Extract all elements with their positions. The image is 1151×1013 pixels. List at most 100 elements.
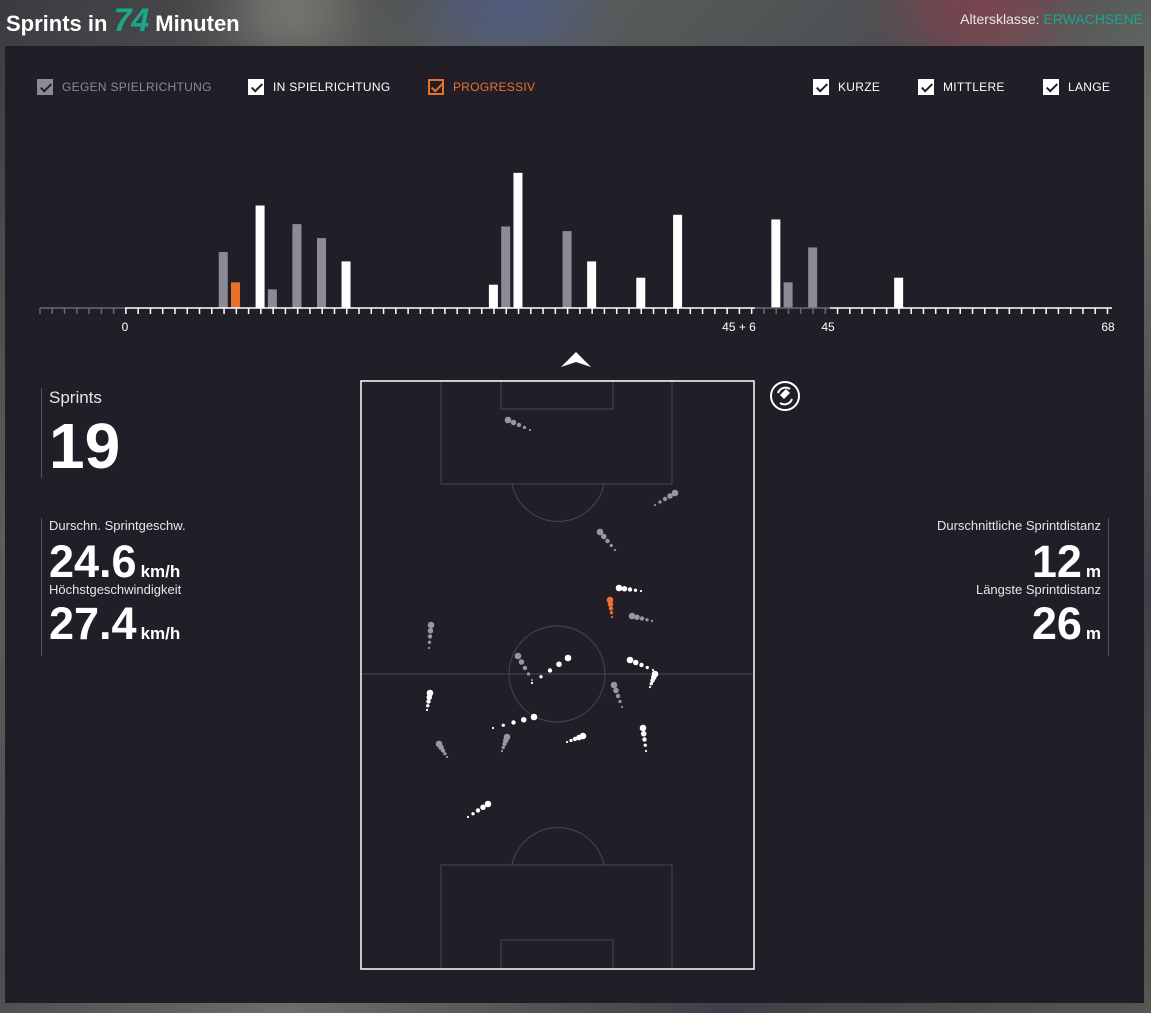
sprints-count: Sprints 19: [41, 388, 120, 478]
sprint-trail-dot: [627, 587, 633, 592]
sprint-trail-dot: [522, 665, 528, 671]
filter-mittlere[interactable]: MITTLERE: [918, 79, 1005, 95]
age-class-value[interactable]: ERWACHSENE: [1043, 11, 1143, 27]
sprint-trail-dot: [648, 685, 652, 689]
minutes-value: 74: [113, 2, 150, 38]
sprint-trail-dot: [484, 800, 492, 808]
sprint-trail-dot: [639, 616, 645, 621]
sprint-trail-dot: [427, 621, 435, 629]
sprint-trail-dot: [445, 755, 449, 759]
filter-progressiv[interactable]: PROGRESSIV: [428, 79, 535, 95]
sprint-trail-dot: [610, 681, 618, 689]
sprint-trail-dot: [633, 588, 638, 592]
age-class-label: Altersklasse:: [960, 11, 1040, 27]
tick-label: 45 + 6: [722, 320, 756, 334]
sprint-trail-dot: [427, 646, 431, 650]
sprint-timeline[interactable]: 0 45 + 6 45 68: [35, 166, 1115, 336]
sprint-trail-dot: [650, 619, 654, 623]
sprint-trail-dot: [569, 738, 573, 743]
sprints-label: Sprints: [49, 388, 102, 407]
checkbox-icon[interactable]: [813, 79, 829, 95]
sprint-trail-dot: [658, 500, 662, 504]
sprint-trail-dot: [642, 737, 647, 742]
sprint-trail-dot: [633, 659, 639, 666]
sprint-trail-dot: [606, 596, 614, 604]
speed-stats: Durschn. Sprintgeschw. 24.6 km/h Höchstge…: [41, 518, 186, 656]
sprint-trail-dot: [514, 652, 522, 660]
filter-label: KURZE: [838, 80, 881, 94]
filter-kurze[interactable]: KURZE: [813, 79, 880, 95]
sprint-bar[interactable]: [513, 172, 523, 308]
sprint-bar[interactable]: [255, 205, 265, 308]
sprint-bar[interactable]: [783, 282, 793, 308]
max-speed-unit: km/h: [140, 624, 181, 643]
sprint-bar[interactable]: [673, 214, 683, 308]
sprint-trail-dot: [651, 670, 659, 678]
sprint-trail-dot: [530, 678, 534, 682]
sprint-trail-dot: [565, 740, 569, 744]
sprint-bar[interactable]: [501, 226, 511, 308]
sprint-trail-dot: [501, 723, 505, 727]
sprint-trail-dot: [547, 668, 553, 673]
sprint-bar[interactable]: [771, 219, 781, 308]
sprint-bar[interactable]: [587, 261, 597, 308]
checkbox-icon[interactable]: [918, 79, 934, 95]
sprint-trail-dot: [645, 618, 649, 622]
sprint-trail-dot: [427, 634, 433, 639]
sprint-bar[interactable]: [894, 277, 904, 308]
sprint-trail-dot: [609, 543, 613, 548]
sprint-bar[interactable]: [267, 289, 277, 308]
sprint-trail-dot: [653, 503, 657, 507]
sprint-trail-dot: [466, 815, 470, 819]
filter-in-spielrichtung[interactable]: IN SPIELRICHTUNG: [248, 79, 390, 95]
sprint-trail-dot: [425, 708, 429, 712]
sprint-bar[interactable]: [808, 247, 818, 308]
swap-direction-icon[interactable]: [769, 380, 801, 412]
sprint-bar[interactable]: [562, 231, 572, 308]
sprint-trail-dot: [511, 720, 516, 725]
filter-label: GEGEN SPIELRICHTUNG: [62, 80, 212, 94]
sprint-trail-dot: [427, 640, 432, 644]
sprint-bar[interactable]: [316, 238, 326, 308]
sprint-trail-dot: [500, 749, 504, 753]
sprint-trail-dot: [539, 675, 543, 679]
sprint-bar[interactable]: [231, 282, 241, 308]
sprint-trail-dot: [618, 699, 622, 704]
max-speed-label: Höchstgeschwindigkeit: [49, 582, 182, 597]
checkbox-icon[interactable]: [1043, 79, 1059, 95]
pitch-lines: [360, 380, 753, 970]
sprint-bar[interactable]: [218, 252, 228, 308]
sprint-trail-dot: [671, 489, 679, 497]
sprint-panel: GEGEN SPIELRICHTUNG IN SPIELRICHTUNG PRO…: [5, 46, 1144, 1003]
age-class: Altersklasse: ERWACHSENE: [960, 11, 1143, 27]
longest-distance-label: Längste Sprintdistanz: [975, 582, 1101, 597]
sprint-trail-dot: [510, 419, 517, 426]
sprint-trail-dot: [426, 704, 430, 708]
sprint-bar[interactable]: [341, 261, 351, 308]
sprint-trail-dot: [427, 628, 434, 634]
sprint-trail-dot: [522, 425, 527, 430]
filter-label: LANGE: [1068, 80, 1111, 94]
sprint-bar[interactable]: [292, 224, 302, 308]
max-speed-value: 27.4: [49, 598, 137, 649]
title-prefix: Sprints in: [6, 11, 108, 36]
sprint-trail-dot: [480, 804, 486, 810]
sprint-bar[interactable]: [636, 277, 646, 308]
sprint-trail-dot: [608, 606, 614, 611]
arrow-up-icon: [561, 352, 591, 367]
filter-lange[interactable]: LANGE: [1043, 79, 1110, 95]
filter-gegen-spielrichtung[interactable]: GEGEN SPIELRICHTUNG: [37, 79, 212, 95]
tick-label: 68: [1101, 320, 1115, 334]
sprint-trail-dot: [643, 743, 647, 747]
sprint-trail-dot: [662, 496, 668, 502]
avg-speed-unit: km/h: [140, 562, 181, 581]
sprint-trail-dot: [528, 428, 532, 432]
checkbox-icon[interactable]: [428, 79, 444, 95]
sprint-bar[interactable]: [488, 284, 498, 308]
sprint-trail-dot: [626, 656, 634, 664]
sprint-trail-dot: [651, 668, 655, 672]
checkbox-icon[interactable]: [37, 79, 53, 95]
tick-label: 45: [821, 320, 835, 334]
checkbox-icon[interactable]: [248, 79, 264, 95]
sprints-value: 19: [49, 410, 121, 482]
